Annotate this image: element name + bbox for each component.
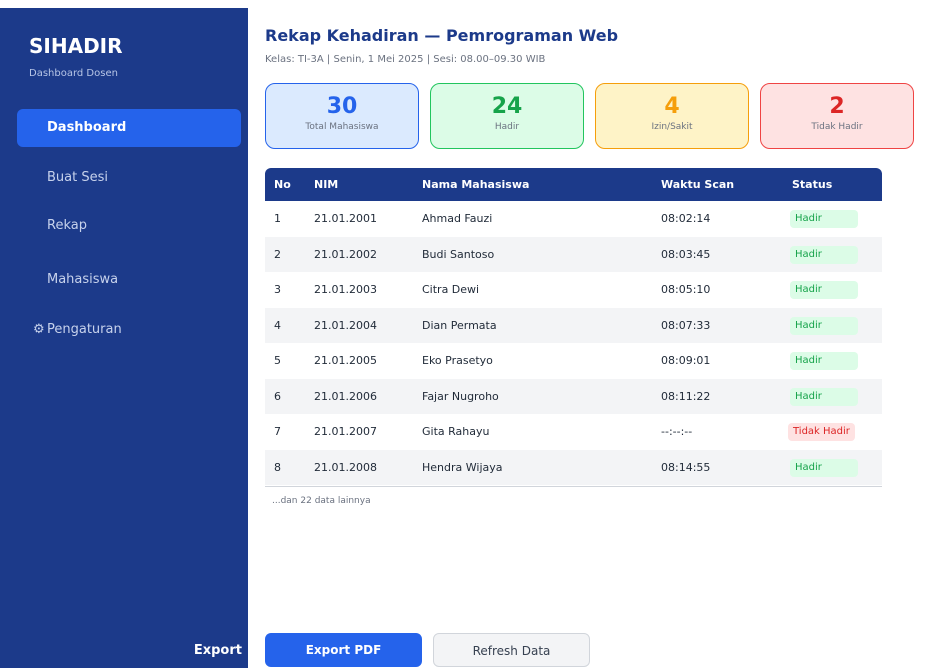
stat-card-tidak-hadir: 2 Tidak Hadir <box>760 83 914 149</box>
gear-icon: ⚙ <box>33 322 45 337</box>
cell-name: Eko Prasetyo <box>422 354 493 367</box>
stat-label: Total Mahasiswa <box>305 122 379 132</box>
stat-label: Izin/Sakit <box>651 122 693 132</box>
cell-name: Citra Dewi <box>422 283 480 296</box>
cell-name: Budi Santoso <box>422 247 495 261</box>
column-header-time: Waktu Scan <box>661 178 735 191</box>
brand-title: SIHADIR <box>29 34 123 58</box>
table-row: 4 21.01.2004 Dian Permata 08:07:33 Hadir <box>265 307 882 343</box>
status-badge: Hadir <box>790 458 858 477</box>
cell-nim: 21.01.2008 <box>314 460 377 474</box>
attendance-table: 1 21.01.2001 Ahmad Fauzi 08:02:14 Hadir … <box>265 201 882 485</box>
sidebar-item-buat-sesi[interactable]: Buat Sesi <box>17 159 241 197</box>
brand-subtitle: Dashboard Dosen <box>29 68 118 79</box>
table-row: 3 21.01.2003 Citra Dewi 08:05:10 Hadir <box>265 272 882 308</box>
cell-time: 08:07:33 <box>661 318 711 332</box>
cell-no: 1 <box>274 212 281 225</box>
sidebar-item-label: Rekap <box>47 218 87 233</box>
table-row: 8 21.01.2008 Hendra Wijaya 08:14:55 Hadi… <box>265 449 882 485</box>
stat-label: Hadir <box>494 122 520 132</box>
cell-time: 08:11:22 <box>661 389 711 403</box>
cell-name: Gita Rahayu <box>422 425 490 438</box>
cell-nim: 21.01.2005 <box>314 354 377 367</box>
cell-no: 7 <box>274 425 281 438</box>
stat-value: 2 <box>829 94 845 119</box>
more-rows-note: ...dan 22 data lainnya <box>272 496 371 506</box>
status-badge: Hadir <box>790 281 858 299</box>
cell-nim: 21.01.2003 <box>314 283 377 296</box>
sidebar: SIHADIR Dashboard Dosen Dashboard Buat S… <box>0 8 248 668</box>
table-header: No NIM Nama Mahasiswa Waktu Scan Status <box>265 168 882 201</box>
status-badge: Hadir <box>790 210 858 228</box>
table-row: 1 21.01.2001 Ahmad Fauzi 08:02:14 Hadir <box>265 201 882 237</box>
stat-card-total: 30 Total Mahasiswa <box>265 83 419 149</box>
status-badge: Hadir <box>790 352 858 370</box>
cell-no: 4 <box>274 318 281 332</box>
export-pdf-button[interactable]: Export PDF <box>265 633 422 667</box>
page-subtitle: Kelas: TI-3A | Senin, 1 Mei 2025 | Sesi:… <box>265 54 546 65</box>
cell-name: Dian Permata <box>422 318 497 332</box>
sidebar-item-label: Mahasiswa <box>47 272 119 287</box>
status-badge: Hadir <box>790 245 858 264</box>
stat-label: Tidak Hadir <box>811 122 863 132</box>
column-header-no: No <box>274 178 291 191</box>
cell-no: 5 <box>274 354 281 367</box>
cell-time: --:--:-- <box>661 425 693 438</box>
cell-name: Ahmad Fauzi <box>422 212 493 225</box>
table-row: 7 21.01.2007 Gita Rahayu --:--:-- Tidak … <box>265 414 882 450</box>
column-header-status: Status <box>792 178 833 191</box>
sidebar-item-label: Buat Sesi <box>47 170 108 185</box>
stat-value: 24 <box>491 94 523 119</box>
cell-time: 08:14:55 <box>661 460 711 474</box>
cell-no: 3 <box>274 283 281 296</box>
table-row: 5 21.01.2005 Eko Prasetyo 08:09:01 Hadir <box>265 343 882 379</box>
sidebar-item-mahasiswa[interactable]: Mahasiswa <box>17 261 241 299</box>
page-title: Rekap Kehadiran — Pemrograman Web <box>265 26 619 45</box>
cell-name: Hendra Wijaya <box>422 460 503 474</box>
sidebar-item-label: Pengaturan <box>47 322 122 337</box>
sidebar-export-label[interactable]: Export <box>194 643 242 658</box>
stat-card-izin: 4 Izin/Sakit <box>595 83 749 149</box>
table-divider <box>265 486 882 487</box>
cell-nim: 21.01.2007 <box>314 425 377 438</box>
cell-nim: 21.01.2004 <box>314 318 377 332</box>
stat-value: 30 <box>326 94 358 119</box>
column-header-name: Nama Mahasiswa <box>422 178 530 191</box>
stat-value: 4 <box>664 94 680 119</box>
cell-nim: 21.01.2001 <box>314 212 377 225</box>
cell-nim: 21.01.2002 <box>314 247 377 261</box>
cell-no: 2 <box>274 247 281 261</box>
cell-name: Fajar Nugroho <box>422 389 499 403</box>
cell-time: 08:03:45 <box>661 247 711 261</box>
refresh-data-button[interactable]: Refresh Data <box>433 633 590 667</box>
cell-time: 08:02:14 <box>661 212 711 225</box>
sidebar-item-pengaturan[interactable]: ⚙ Pengaturan <box>17 311 241 349</box>
cell-time: 08:05:10 <box>661 283 711 296</box>
status-badge: Hadir <box>790 316 858 335</box>
status-badge: Hadir <box>790 387 858 406</box>
sidebar-item-rekap[interactable]: Rekap <box>17 207 241 245</box>
table-row: 6 21.01.2006 Fajar Nugroho 08:11:22 Hadi… <box>265 378 882 414</box>
stat-card-hadir: 24 Hadir <box>430 83 584 149</box>
sidebar-item-label: Dashboard <box>47 120 127 135</box>
column-header-nim: NIM <box>314 178 339 191</box>
cell-time: 08:09:01 <box>661 354 711 367</box>
cell-no: 8 <box>274 460 281 474</box>
cell-nim: 21.01.2006 <box>314 389 377 403</box>
table-row: 2 21.01.2002 Budi Santoso 08:03:45 Hadir <box>265 236 882 272</box>
status-badge: Tidak Hadir <box>788 423 855 441</box>
sidebar-item-dashboard[interactable]: Dashboard <box>17 109 241 147</box>
cell-no: 6 <box>274 389 281 403</box>
